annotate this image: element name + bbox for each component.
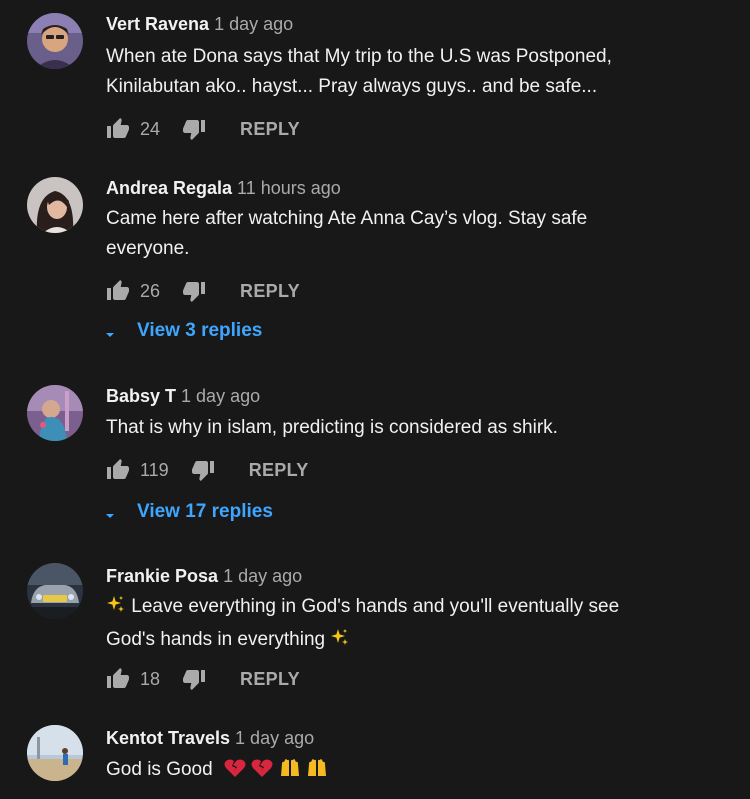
comment-header: Babsy T1 day ago (106, 385, 260, 407)
reply-button[interactable]: REPLY (240, 119, 300, 140)
view-replies-label: View 17 replies (137, 501, 273, 522)
comment-text-line: Came here after watching Ate Anna Cay’s … (106, 208, 588, 229)
like-count: 119 (140, 459, 169, 480)
author-name[interactable]: Babsy T (106, 386, 176, 406)
caret-down-icon (104, 325, 116, 337)
like-count: 24 (140, 118, 161, 139)
raised-hands-emoji (306, 756, 328, 788)
avatar[interactable] (27, 13, 83, 69)
comment-actions: 119 REPLY (106, 458, 309, 482)
comment-time[interactable]: 11 hours ago (237, 178, 341, 198)
author-name[interactable]: Frankie Posa (106, 566, 218, 586)
view-replies-button[interactable]: View 17 replies (104, 500, 273, 524)
like-count: 26 (140, 280, 161, 301)
comment-time[interactable]: 1 day ago (181, 386, 260, 406)
view-replies-label: View 3 replies (137, 320, 263, 341)
broken-heart-emoji (224, 758, 246, 788)
caret-down-icon (104, 506, 116, 518)
thumb-up-icon[interactable] (106, 279, 130, 303)
comment-text: When ate Dona says that My trip to the U… (106, 42, 726, 102)
comment-text-line: God is Good (106, 755, 726, 788)
comment-text-line: When ate Dona says that My trip to the U… (106, 46, 612, 67)
author-name[interactable]: Kentot Travels (106, 728, 230, 748)
thumb-down-icon[interactable] (182, 667, 206, 691)
thumb-up-icon[interactable] (106, 667, 130, 691)
avatar[interactable] (27, 725, 83, 781)
view-replies-button[interactable]: View 3 replies (104, 319, 262, 343)
raised-hands-emoji (279, 756, 301, 788)
thumb-down-icon[interactable] (182, 279, 206, 303)
like-count: 18 (140, 668, 161, 689)
avatar[interactable] (27, 563, 83, 619)
comment-text: Leave everything in God's hands and you'… (106, 592, 726, 658)
comment-actions: 26 REPLY (106, 279, 300, 303)
broken-heart-emoji (251, 758, 273, 788)
comment-text: Came here after watching Ate Anna Cay’s … (106, 204, 726, 264)
comment-header: Vert Ravena 1 day ago (106, 13, 293, 35)
comment-actions: 18 REPLY (106, 667, 300, 691)
comment-text-line: That is why in islam, predicting is cons… (106, 417, 558, 438)
comment-header: Frankie Posa 1 day ago (106, 565, 302, 587)
sparkles-emoji (330, 628, 350, 658)
comment-text-line: everyone. (106, 238, 190, 259)
thumb-up-icon[interactable] (106, 117, 130, 141)
comment-actions: 24 REPLY (106, 117, 300, 141)
thumb-up-icon[interactable] (106, 458, 130, 482)
reply-button[interactable]: REPLY (240, 281, 300, 302)
reply-button[interactable]: REPLY (249, 460, 309, 481)
comment-text-line: Kinilabutan ako.. hayst... Pray always g… (106, 76, 598, 97)
author-name[interactable]: Vert Ravena (106, 14, 209, 34)
sparkles-emoji (106, 595, 126, 625)
comment-time[interactable]: 1 day ago (223, 566, 302, 586)
comment-text: God is Good (106, 755, 726, 788)
comment-header: Andrea Regala 11 hours ago (106, 177, 341, 199)
thumb-down-icon[interactable] (191, 458, 215, 482)
comment-time[interactable]: 1 day ago (214, 14, 293, 34)
comment-time[interactable]: 1 day ago (235, 728, 314, 748)
comment-text-segment: God's hands in everything (106, 629, 326, 650)
comment-text-line: God's hands in everything (106, 625, 726, 658)
comment-text-segment: Leave everything in God's hands and you'… (131, 596, 620, 617)
avatar[interactable] (27, 385, 83, 441)
thumb-down-icon[interactable] (182, 117, 206, 141)
author-name[interactable]: Andrea Regala (106, 178, 232, 198)
comment-text-segment: God is Good (106, 759, 213, 780)
comment-text: That is why in islam, predicting is cons… (106, 413, 726, 443)
comment-header: Kentot Travels 1 day ago (106, 727, 314, 749)
avatar[interactable] (27, 177, 83, 233)
reply-button[interactable]: REPLY (240, 669, 300, 690)
comment-text-line: Leave everything in God's hands and you'… (106, 592, 726, 625)
